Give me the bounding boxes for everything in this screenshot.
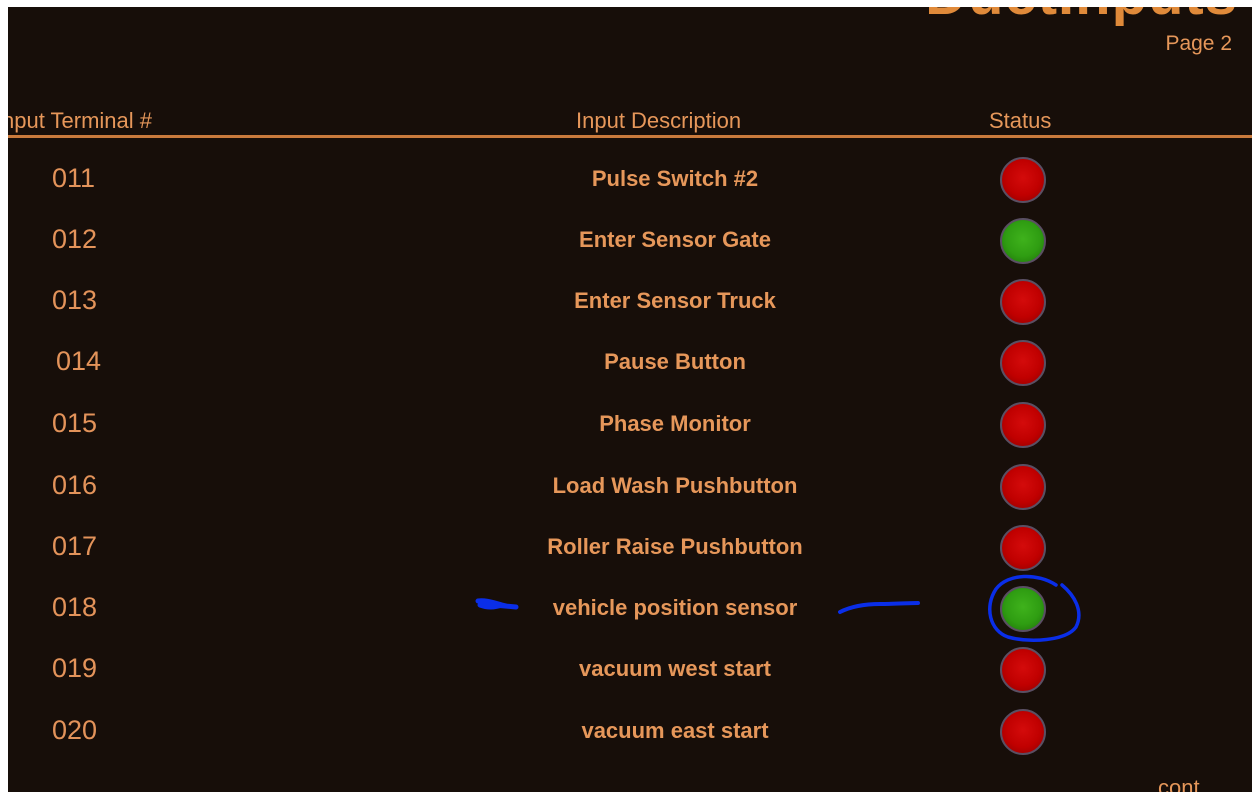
status-indicator	[1000, 586, 1046, 632]
hmi-screen: DuctInputs Page 2 nput Terminal # Input …	[8, 7, 1252, 792]
column-header-status: Status	[989, 108, 1052, 133]
table-row: 012 Enter Sensor Gate	[8, 212, 1252, 272]
terminal-number: 013	[52, 285, 98, 315]
input-description: Enter Sensor Truck	[574, 288, 776, 313]
terminal-number: 015	[52, 408, 98, 438]
input-description: Pulse Switch #2	[591, 166, 759, 191]
status-indicator	[1000, 402, 1046, 448]
status-indicator	[1000, 709, 1046, 755]
status-indicator	[1000, 157, 1046, 203]
status-indicator	[1000, 464, 1046, 510]
input-description: Enter Sensor Gate	[579, 227, 771, 252]
input-description: Roller Raise Pushbutton	[547, 534, 803, 559]
status-indicator	[1000, 218, 1046, 264]
table-row: 015 Phase Monitor	[8, 396, 1252, 456]
terminal-number: 016	[52, 470, 98, 500]
input-description: vacuum west start	[579, 656, 771, 681]
column-header-description: Input Description	[576, 108, 742, 133]
table-row: 016 Load Wash Pushbutton	[8, 458, 1252, 518]
table-row: 017 Roller Raise Pushbutton	[8, 519, 1252, 579]
screen-title: DuctInputs	[925, 7, 1238, 28]
table-row: 018 vehicle position sensor	[8, 580, 1252, 640]
page-indicator: Page 2	[1165, 32, 1232, 55]
table-row: 013 Enter Sensor Truck	[8, 273, 1252, 333]
input-description: Phase Monitor	[599, 411, 751, 436]
terminal-number: 020	[52, 715, 98, 745]
status-indicator	[1000, 647, 1046, 693]
table-row: 020 vacuum east start	[8, 703, 1252, 763]
terminal-number: 011	[52, 163, 96, 193]
table-row: 011 Pulse Switch #2	[8, 151, 1252, 211]
terminal-number: 017	[52, 531, 98, 561]
continue-label: cont	[1158, 775, 1200, 792]
input-description: vehicle position sensor	[552, 595, 798, 620]
header-divider	[8, 135, 1252, 138]
terminal-number: 012	[52, 224, 98, 254]
terminal-number: 014	[56, 346, 102, 376]
terminal-number: 019	[52, 653, 98, 683]
status-indicator	[1000, 340, 1046, 386]
status-indicator	[1000, 525, 1046, 571]
input-description: Pause Button	[604, 349, 746, 374]
column-header-terminal: nput Terminal #	[8, 108, 153, 133]
terminal-number: 018	[52, 592, 98, 622]
table-row: 019 vacuum west start	[8, 641, 1252, 701]
status-indicator	[1000, 279, 1046, 325]
table-row: 014 Pause Button	[8, 334, 1252, 394]
input-description: vacuum east start	[581, 718, 769, 743]
input-description: Load Wash Pushbutton	[552, 473, 798, 498]
